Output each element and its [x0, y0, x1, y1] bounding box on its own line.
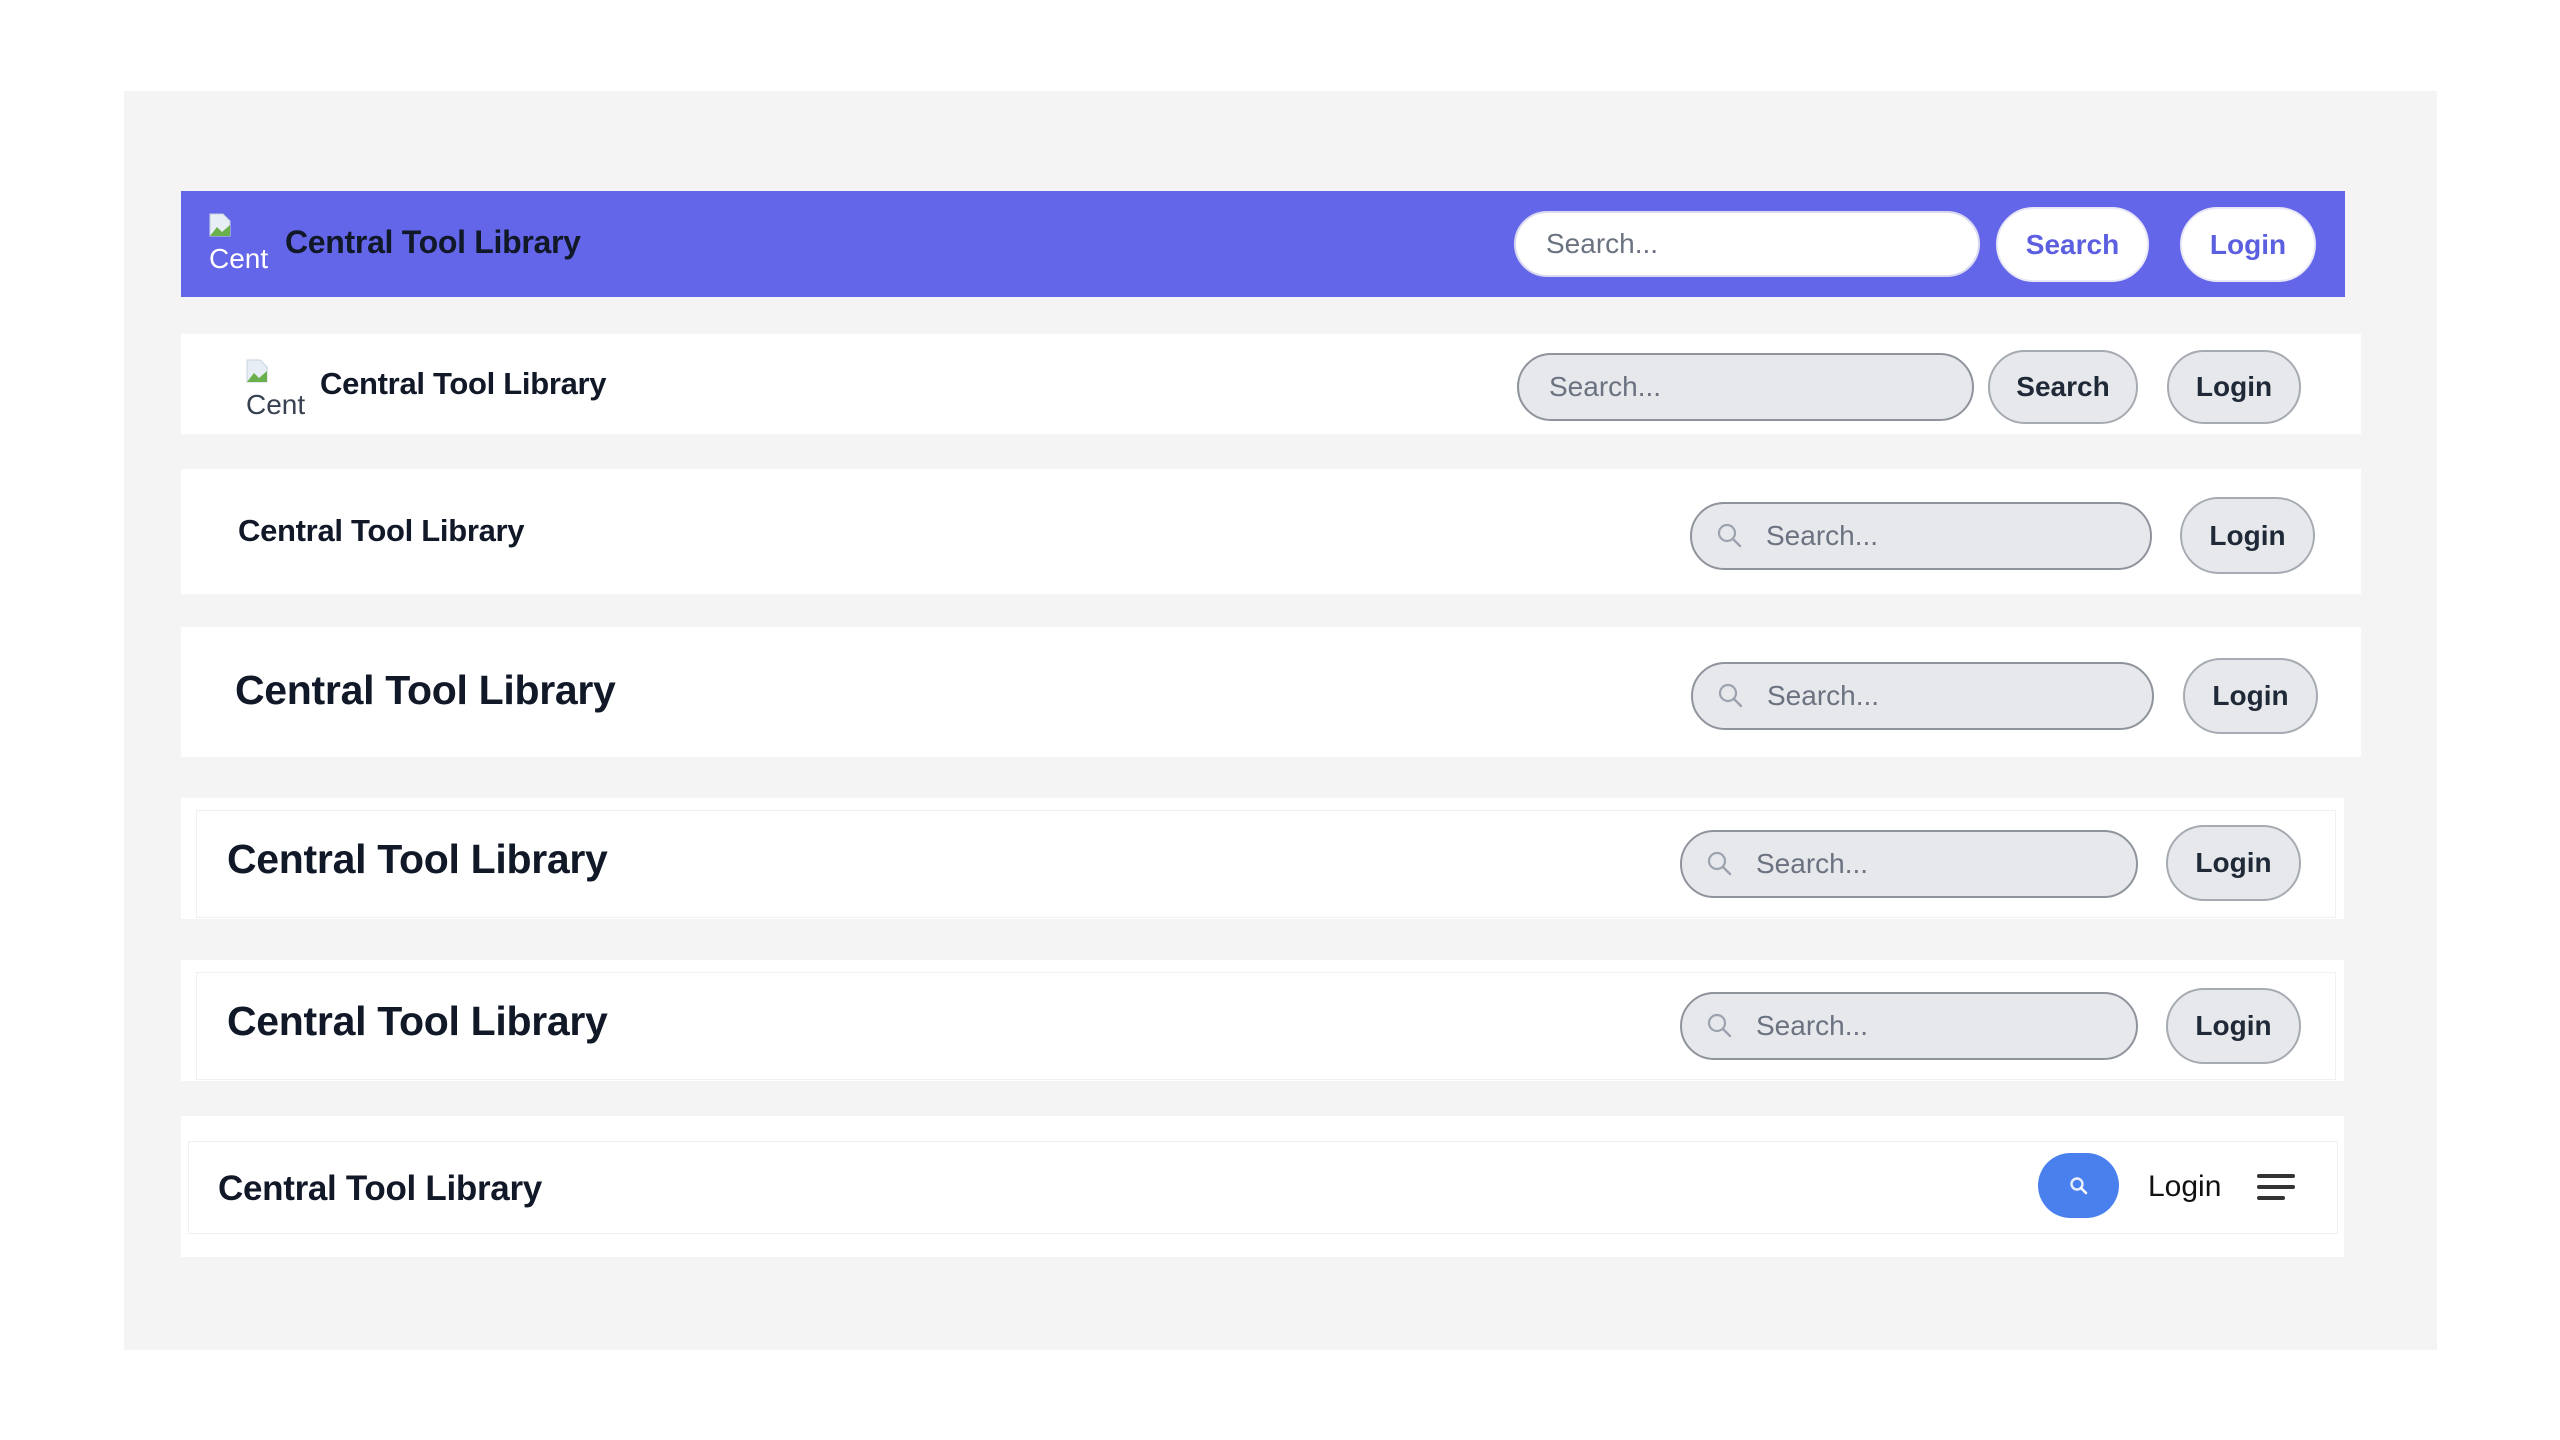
navbar-variant-1: Cent Central Tool Library Search... Sear… [181, 191, 2345, 297]
site-title[interactable]: Central Tool Library [235, 667, 616, 714]
broken-image-icon [209, 213, 231, 237]
logo-broken-image: Cent [209, 213, 269, 277]
site-title[interactable]: Central Tool Library [227, 836, 608, 883]
navbar-variant-7: Central Tool Library Login [181, 1116, 2344, 1257]
search-placeholder: Search... [1546, 228, 1659, 259]
search-button[interactable]: Search [1996, 207, 2149, 282]
login-button[interactable]: Login [2166, 988, 2301, 1064]
search-icon [1707, 851, 1732, 876]
site-title[interactable]: Central Tool Library [227, 998, 608, 1045]
site-title[interactable]: Central Tool Library [285, 224, 581, 261]
search-input[interactable]: Search... [1680, 830, 2138, 898]
navbar-variant-3: Central Tool Library Search... Login [181, 469, 2361, 594]
login-button[interactable]: Login [2180, 497, 2315, 574]
search-input[interactable]: Search... [1517, 353, 1974, 421]
site-title[interactable]: Central Tool Library [218, 1169, 542, 1209]
search-placeholder: Search... [1756, 1010, 1869, 1041]
hamburger-menu-icon[interactable] [2257, 1174, 2295, 1202]
site-title[interactable]: Central Tool Library [238, 513, 525, 549]
search-placeholder: Search... [1549, 371, 1662, 402]
search-icon [1717, 523, 1742, 548]
login-link[interactable]: Login [2148, 1170, 2221, 1204]
site-title[interactable]: Central Tool Library [320, 366, 607, 402]
search-icon [1707, 1013, 1732, 1038]
search-input[interactable]: Search... [1514, 211, 1980, 277]
broken-image-icon [246, 359, 268, 383]
search-icon [2069, 1176, 2087, 1194]
login-button[interactable]: Login [2183, 658, 2318, 734]
search-placeholder: Search... [1767, 680, 1880, 711]
login-button[interactable]: Login [2180, 207, 2316, 282]
navbar-variant-4: Central Tool Library Search... Login [181, 627, 2361, 757]
search-input[interactable]: Search... [1690, 502, 2152, 570]
logo-broken-image: Cent [246, 359, 306, 423]
navbar-variant-5: Central Tool Library Search... Login [181, 798, 2344, 919]
navbar-variant-6: Central Tool Library Search... Login [181, 960, 2344, 1081]
search-placeholder: Search... [1766, 520, 1879, 551]
logo-alt-text: Cent [246, 389, 306, 420]
login-button[interactable]: Login [2166, 825, 2301, 901]
navbar-variant-2: Cent Central Tool Library Search... Sear… [181, 334, 2361, 434]
search-input[interactable]: Search... [1680, 992, 2138, 1060]
search-placeholder: Search... [1756, 848, 1869, 879]
search-input[interactable]: Search... [1691, 662, 2154, 730]
logo-alt-text: Cent [209, 243, 269, 274]
search-icon [1718, 683, 1743, 708]
search-button[interactable] [2038, 1153, 2119, 1218]
search-button[interactable]: Search [1988, 350, 2138, 424]
login-button[interactable]: Login [2167, 350, 2301, 424]
